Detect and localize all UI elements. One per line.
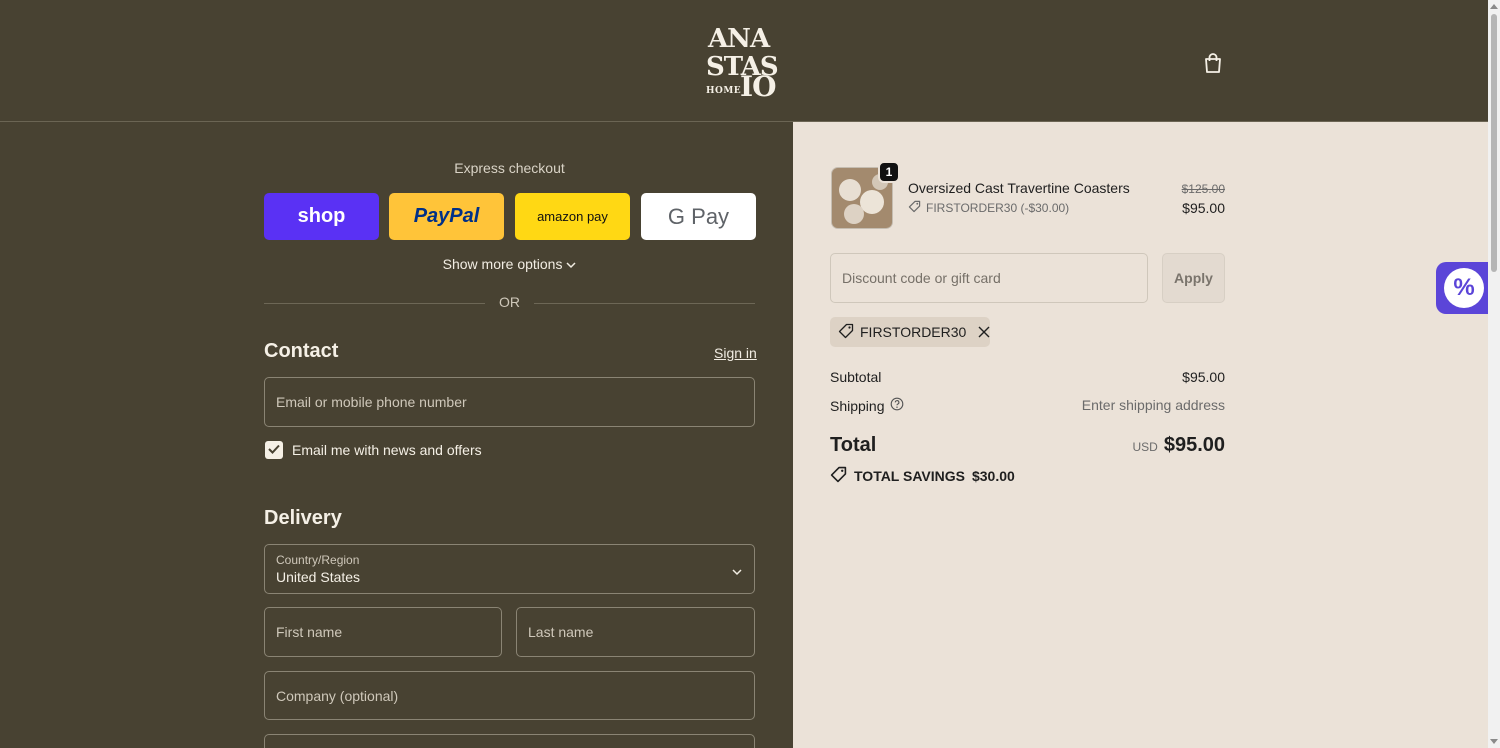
- logo-home: HOME: [706, 86, 742, 96]
- show-more-options-button[interactable]: Show more options: [264, 256, 755, 272]
- chevron-down-icon: [566, 256, 576, 272]
- savings-label: TOTAL SAVINGS: [854, 468, 965, 484]
- sign-in-link[interactable]: Sign in: [714, 345, 757, 361]
- first-name-placeholder: First name: [276, 624, 343, 640]
- total-label: Total: [830, 434, 877, 456]
- shop-pay-label: shop: [297, 205, 346, 227]
- discount-percent-icon: %: [1444, 268, 1484, 308]
- scroll-up-arrow[interactable]: [1490, 4, 1498, 9]
- amazon-pay-label: amazon pay: [537, 209, 608, 224]
- country-select[interactable]: Country/Region United States: [264, 544, 755, 594]
- paypal-label: PayPal: [413, 205, 480, 227]
- email-field[interactable]: Email or mobile phone number: [264, 377, 755, 427]
- savings-value: $30.00: [971, 468, 1015, 484]
- current-price: $95.00: [1182, 200, 1225, 216]
- product-name: Oversized Cast Travertine Coasters: [908, 180, 1130, 196]
- applied-discount-tag: FIRSTORDER30: [830, 317, 990, 347]
- subtotal-value: $95.00: [1182, 369, 1225, 385]
- help-circle-icon[interactable]: [890, 397, 904, 414]
- quantity-badge: 1: [878, 161, 900, 183]
- order-summary-panel: 1 Oversized Cast Travertine Coasters FIR…: [793, 122, 1488, 748]
- google-pay-label: G Pay: [667, 203, 730, 229]
- header: ANA STAS IO HOME: [0, 0, 1488, 122]
- address-field[interactable]: [264, 734, 755, 748]
- page-scrollbar[interactable]: [1488, 0, 1500, 748]
- shipping-value: Enter shipping address: [1081, 397, 1225, 413]
- shop-pay-button[interactable]: shop: [264, 193, 379, 240]
- close-icon[interactable]: [978, 326, 990, 338]
- paypal-button[interactable]: PayPal: [389, 193, 504, 240]
- express-checkout-title: Express checkout: [454, 160, 565, 176]
- newsletter-checkbox[interactable]: [265, 441, 283, 459]
- product-discount-text: FIRSTORDER30 (-$30.00): [926, 201, 1070, 215]
- tag-icon: [830, 466, 847, 486]
- apply-discount-button[interactable]: Apply: [1162, 253, 1225, 303]
- scrollbar-thumb[interactable]: [1491, 14, 1497, 272]
- country-value: United States: [276, 569, 361, 585]
- scroll-down-arrow[interactable]: [1490, 739, 1498, 744]
- tag-icon: [838, 323, 854, 342]
- total-value: $95.00: [1163, 434, 1225, 456]
- show-more-label: Show more options: [442, 256, 563, 272]
- logo-line-3: IO: [740, 70, 776, 103]
- apply-label: Apply: [1174, 270, 1213, 286]
- google-pay-button[interactable]: G Pay: [641, 193, 756, 240]
- chevron-down-icon: [732, 563, 742, 579]
- brand-logo[interactable]: ANA STAS IO HOME: [706, 20, 786, 103]
- first-name-field[interactable]: First name: [264, 607, 502, 657]
- shopping-bag-icon[interactable]: [1200, 50, 1226, 76]
- total-currency: USD: [1132, 440, 1158, 454]
- original-price: $125.00: [1181, 182, 1225, 196]
- checkmark-icon: [268, 441, 280, 459]
- newsletter-label: Email me with news and offers: [292, 442, 482, 458]
- total-savings: TOTAL SAVINGS $30.00: [830, 466, 1015, 486]
- total-amount: USD $95.00: [1132, 434, 1225, 457]
- country-label: Country/Region: [276, 553, 360, 567]
- shipping-row: Shipping: [830, 397, 904, 414]
- amazon-pay-button[interactable]: amazon pay: [515, 193, 630, 240]
- tag-icon: [908, 200, 921, 216]
- last-name-field[interactable]: Last name: [516, 607, 755, 657]
- company-placeholder: Company (optional): [276, 687, 399, 704]
- company-field[interactable]: Company (optional): [264, 671, 755, 720]
- discount-code-input[interactable]: Discount code or gift card: [830, 253, 1148, 303]
- product-discount: FIRSTORDER30 (-$30.00): [908, 200, 1069, 216]
- applied-code-text: FIRSTORDER30: [860, 324, 967, 340]
- or-divider: OR: [264, 294, 755, 312]
- delivery-heading: Delivery: [264, 507, 342, 529]
- contact-heading: Contact: [264, 340, 339, 362]
- or-text: OR: [499, 294, 520, 310]
- shipping-label: Shipping: [830, 397, 885, 414]
- subtotal-label: Subtotal: [830, 369, 882, 385]
- email-placeholder: Email or mobile phone number: [276, 394, 467, 410]
- logo-line-1: ANA: [708, 24, 770, 54]
- discount-widget-button[interactable]: %: [1436, 262, 1492, 314]
- last-name-placeholder: Last name: [528, 624, 594, 640]
- discount-placeholder: Discount code or gift card: [842, 270, 1001, 286]
